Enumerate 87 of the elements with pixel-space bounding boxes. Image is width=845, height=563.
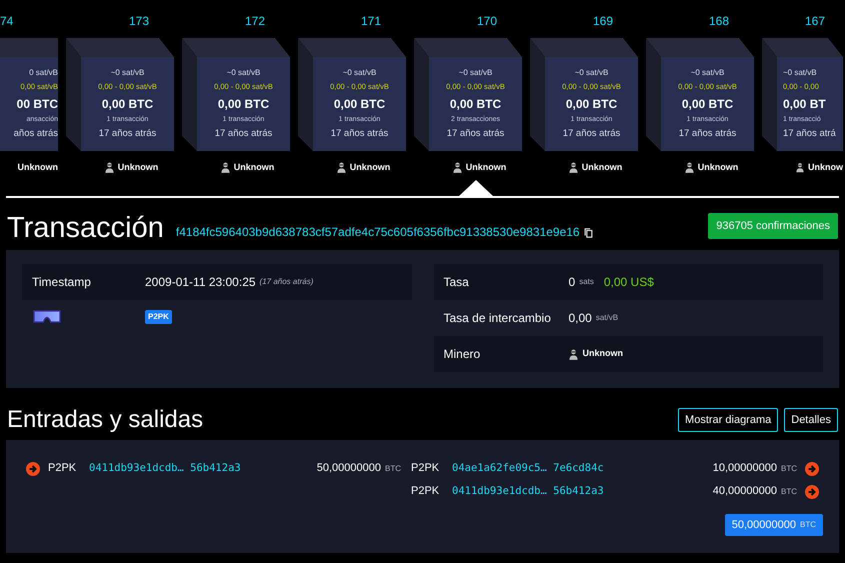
fee-rate: ~0 sat/vB bbox=[226, 67, 260, 79]
fee-rate: ~0 sat/vB bbox=[342, 67, 376, 79]
miner-name: Unknown bbox=[118, 161, 158, 174]
script-type-badge: P2PK bbox=[145, 310, 172, 324]
block-height[interactable]: 172 bbox=[182, 0, 298, 38]
timestamp-value: 2009-01-11 23:00:25 bbox=[145, 274, 256, 291]
user-icon bbox=[336, 162, 346, 174]
block-amount: 0,00 BTC bbox=[682, 97, 734, 111]
amount: 10,00000000 bbox=[712, 461, 777, 476]
transaction-id-link[interactable]: f4184fc596403b9d638783cf57adfe4c75c605f6356fbc91338530e9831e9e16 bbox=[176, 223, 580, 241]
block-age: 17 años atrás bbox=[214, 128, 272, 140]
fee-unit: sats bbox=[579, 276, 594, 288]
block-height[interactable]: 74 bbox=[0, 0, 66, 38]
block-age: 17 años atrás bbox=[446, 128, 504, 140]
fee-rate: ~0 sat/vB bbox=[783, 67, 817, 79]
miner-name: Unknow bbox=[808, 161, 843, 174]
fee-rate: ~0 sat/vB bbox=[110, 67, 144, 79]
fee-rate: ~0 sat/vB bbox=[574, 67, 608, 79]
detail-label: Timestamp bbox=[32, 274, 92, 291]
show-diagram-button[interactable]: Mostrar diagrama bbox=[678, 408, 778, 432]
block-age: años atrás bbox=[14, 128, 58, 140]
block-height[interactable]: 168 bbox=[646, 0, 762, 38]
address-link[interactable]: 04ae1a62fe09c5… 7e6cd84c bbox=[452, 460, 604, 476]
block-amount: 0,00 BTC bbox=[450, 97, 502, 111]
block-top-face bbox=[0, 38, 58, 57]
block-age: 17 años atrás bbox=[562, 128, 620, 140]
miner-name: Unknown bbox=[698, 161, 738, 174]
block-age: 17 años atrás bbox=[98, 128, 156, 140]
address-link[interactable]: 0411db93e1dcdb… 56b412a3 bbox=[89, 460, 241, 476]
amount: 40,00000000 bbox=[712, 484, 777, 500]
miner-name: Unknown bbox=[234, 161, 274, 174]
total-amount: 50,00000000 bbox=[732, 518, 796, 533]
block-age: 17 años atrás bbox=[330, 128, 388, 140]
goggles-icon bbox=[32, 310, 62, 323]
user-icon bbox=[452, 162, 462, 174]
miner-name: Unknown bbox=[18, 161, 58, 174]
block-amount: 0,00 BTC bbox=[102, 97, 154, 111]
detail-label: Minero bbox=[444, 346, 482, 363]
block-height[interactable]: 169 bbox=[530, 0, 646, 38]
section-title: Entradas y salidas bbox=[7, 407, 204, 433]
page-title: Transacción bbox=[7, 212, 164, 244]
confirmations-badge: 936705 confirmaciones bbox=[708, 212, 838, 240]
block-amount: 0,00 BTC bbox=[566, 97, 618, 111]
block-amount: 0,00 BTC bbox=[334, 97, 386, 111]
miner-name: Unknown bbox=[582, 347, 623, 360]
fee-rate: 0 sat/vB bbox=[29, 67, 58, 79]
fiat-value: 0,00 US$ bbox=[604, 274, 654, 291]
fee-value: 0 bbox=[568, 274, 576, 291]
block-age: 17 años atrás bbox=[678, 128, 736, 140]
block-height[interactable]: 173 bbox=[66, 0, 182, 38]
detail-label: Tasa de intercambio bbox=[444, 310, 552, 327]
miner-name: Unknown bbox=[350, 161, 390, 174]
user-icon bbox=[796, 162, 804, 174]
block-age: 17 años atrá bbox=[783, 128, 836, 140]
block-amount: 0,00 BT bbox=[783, 97, 826, 111]
fee-rate: ~0 sat/vB bbox=[690, 67, 724, 79]
copy-icon[interactable] bbox=[584, 228, 593, 238]
script-type: P2PK bbox=[48, 461, 78, 476]
arrow-right-icon[interactable] bbox=[805, 484, 819, 498]
details-button[interactable]: Detalles bbox=[784, 408, 838, 432]
user-icon bbox=[568, 348, 578, 360]
total-unit: BTC bbox=[800, 519, 816, 531]
block-amount: 00 BTC bbox=[16, 97, 58, 111]
fee-rate: ~0 sat/vB bbox=[458, 67, 492, 79]
amount-unit: BTC bbox=[781, 486, 797, 498]
arrow-right-icon[interactable] bbox=[805, 462, 819, 476]
block-height[interactable]: 167 bbox=[762, 0, 843, 38]
script-type: P2PK bbox=[411, 484, 440, 500]
miner-name: Unknown bbox=[466, 161, 506, 174]
fee-rate-value: 0,00 bbox=[568, 310, 592, 327]
amount: 50,00000000 bbox=[316, 461, 381, 476]
fee-rate-unit: sat/vB bbox=[596, 312, 618, 324]
amount-unit: BTC bbox=[385, 462, 401, 474]
user-icon bbox=[104, 162, 114, 174]
block-height[interactable]: 171 bbox=[298, 0, 414, 38]
block-height[interactable]: 170 bbox=[414, 0, 530, 38]
arrow-right-icon[interactable] bbox=[26, 462, 40, 476]
user-icon bbox=[220, 162, 230, 174]
relative-time: (17 años atrás) bbox=[260, 276, 314, 288]
address-link[interactable]: 0411db93e1dcdb… 56b412a3 bbox=[452, 484, 604, 500]
block-amount: 0,00 BTC bbox=[218, 97, 270, 111]
miner-name: Unknown bbox=[582, 161, 622, 174]
amount-unit: BTC bbox=[781, 462, 797, 474]
script-type: P2PK bbox=[411, 461, 440, 476]
detail-label: Tasa bbox=[444, 274, 470, 291]
user-icon bbox=[568, 162, 578, 174]
user-icon bbox=[684, 162, 694, 174]
